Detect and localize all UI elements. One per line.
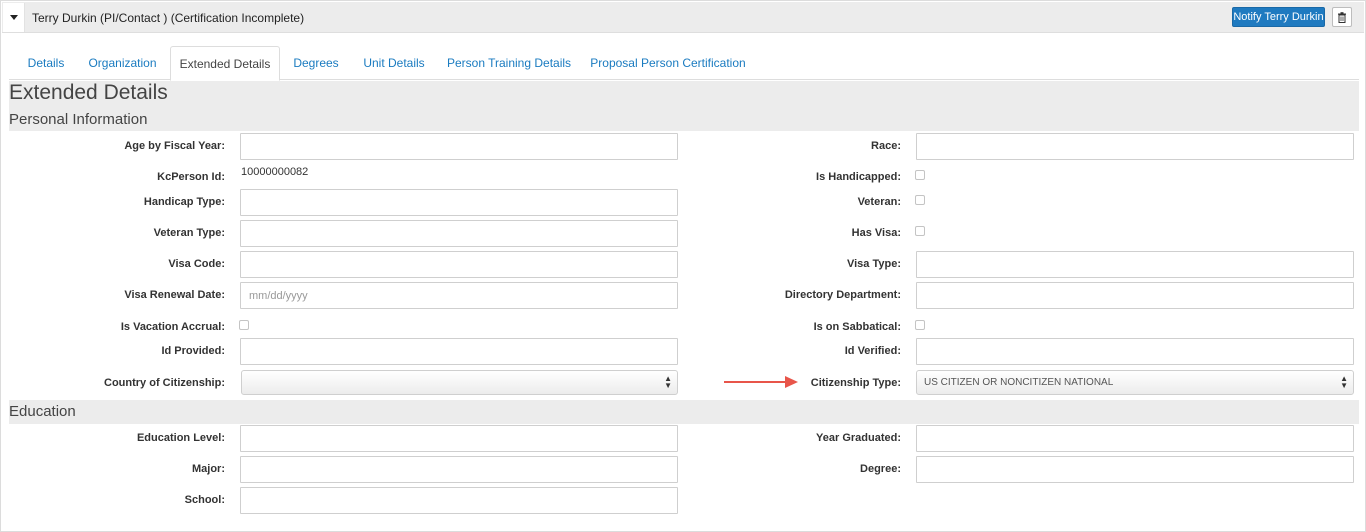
country-of-citizenship-label: Country of Citizenship: bbox=[104, 377, 225, 389]
school-label: School: bbox=[184, 494, 225, 506]
id-provided-label: Id Provided: bbox=[161, 345, 225, 357]
age-by-fiscal-year-input[interactable] bbox=[240, 133, 678, 160]
visa-code-input[interactable] bbox=[240, 251, 678, 278]
tab-organization[interactable]: Organization bbox=[85, 46, 160, 80]
sabbatical-checkbox[interactable] bbox=[915, 320, 925, 330]
citizenship-type-select[interactable]: US CITIZEN OR NONCITIZEN NATIONAL ▲ ▼ bbox=[916, 370, 1354, 395]
notify-button[interactable]: Notify Terry Durkin bbox=[1232, 7, 1325, 27]
id-provided-input[interactable] bbox=[240, 338, 678, 365]
has-visa-label: Has Visa: bbox=[851, 227, 901, 239]
citizenship-type-selected-value: US CITIZEN OR NONCITIZEN NATIONAL bbox=[924, 377, 1114, 388]
page-title: Extended Details bbox=[9, 81, 168, 104]
tab-degrees[interactable]: Degrees bbox=[288, 46, 344, 80]
race-label: Race: bbox=[871, 140, 901, 152]
visa-type-input[interactable] bbox=[916, 251, 1354, 278]
personal-information-heading: Personal Information bbox=[9, 111, 148, 128]
kcperson-id-value: 10000000082 bbox=[241, 166, 309, 178]
year-graduated-label: Year Graduated: bbox=[816, 432, 901, 444]
education-level-label: Education Level: bbox=[136, 432, 225, 444]
veteran-checkbox[interactable] bbox=[915, 195, 925, 205]
degree-input[interactable] bbox=[916, 456, 1354, 483]
major-label: Major: bbox=[192, 463, 225, 475]
visa-renewal-date-label: Visa Renewal Date: bbox=[124, 289, 225, 301]
handicap-type-label: Handicap Type: bbox=[143, 196, 225, 208]
trash-icon bbox=[1338, 11, 1346, 23]
education-heading: Education bbox=[9, 403, 76, 420]
age-label: Age by Fiscal Year: bbox=[124, 140, 225, 152]
year-graduated-input[interactable] bbox=[916, 425, 1354, 452]
education-level-input[interactable] bbox=[240, 425, 678, 452]
veteran-type-input[interactable] bbox=[240, 220, 678, 247]
collapse-toggle[interactable] bbox=[3, 3, 25, 32]
updown-arrows-icon: ▲ ▼ bbox=[1340, 374, 1348, 390]
id-verified-input[interactable] bbox=[916, 338, 1354, 365]
education-bar bbox=[9, 400, 1359, 424]
vacation-accrual-checkbox[interactable] bbox=[239, 320, 249, 330]
tab-details[interactable]: Details bbox=[18, 46, 74, 80]
sabbatical-label: Is on Sabbatical: bbox=[813, 321, 901, 333]
delete-button[interactable] bbox=[1332, 7, 1352, 27]
vacation-accrual-label: Is Vacation Accrual: bbox=[120, 321, 225, 333]
caret-down-icon bbox=[9, 15, 18, 20]
tab-person-training-details[interactable]: Person Training Details bbox=[444, 46, 574, 80]
tab-unit-details[interactable]: Unit Details bbox=[358, 46, 430, 80]
is-handicapped-label: Is Handicapped: bbox=[816, 171, 901, 183]
person-header: Terry Durkin (PI/Contact ) (Certificatio… bbox=[2, 2, 1364, 33]
handicap-type-input[interactable] bbox=[240, 189, 678, 216]
visa-type-label: Visa Type: bbox=[846, 258, 901, 270]
citizenship-type-label: Citizenship Type: bbox=[810, 377, 901, 389]
school-input[interactable] bbox=[240, 487, 678, 514]
updown-arrows-icon: ▲ ▼ bbox=[664, 374, 672, 390]
veteran-label: Veteran: bbox=[857, 196, 901, 208]
veteran-type-label: Veteran Type: bbox=[153, 227, 225, 239]
degree-label: Degree: bbox=[860, 463, 901, 475]
tab-proposal-person-certification[interactable]: Proposal Person Certification bbox=[587, 46, 749, 80]
person-title: Terry Durkin (PI/Contact ) (Certificatio… bbox=[32, 11, 305, 25]
country-of-citizenship-select[interactable]: ▲ ▼ bbox=[241, 370, 678, 395]
major-input[interactable] bbox=[240, 456, 678, 483]
directory-department-label: Directory Department: bbox=[784, 289, 901, 301]
person-panel: Terry Durkin (PI/Contact ) (Certificatio… bbox=[0, 0, 1366, 532]
visa-renewal-date-input[interactable] bbox=[240, 282, 678, 309]
tab-bar: Details Organization Extended Details De… bbox=[9, 46, 1359, 81]
visa-code-label: Visa Code: bbox=[168, 258, 225, 270]
extended-details-bar bbox=[9, 81, 1359, 131]
is-handicapped-checkbox[interactable] bbox=[915, 170, 925, 180]
has-visa-checkbox[interactable] bbox=[915, 226, 925, 236]
annotation-arrow-icon bbox=[724, 376, 798, 388]
directory-department-input[interactable] bbox=[916, 282, 1354, 309]
race-input[interactable] bbox=[916, 133, 1354, 160]
kcperson-id-label: KcPerson Id: bbox=[157, 171, 225, 183]
id-verified-label: Id Verified: bbox=[844, 345, 901, 357]
tab-extended-details[interactable]: Extended Details bbox=[170, 46, 280, 81]
